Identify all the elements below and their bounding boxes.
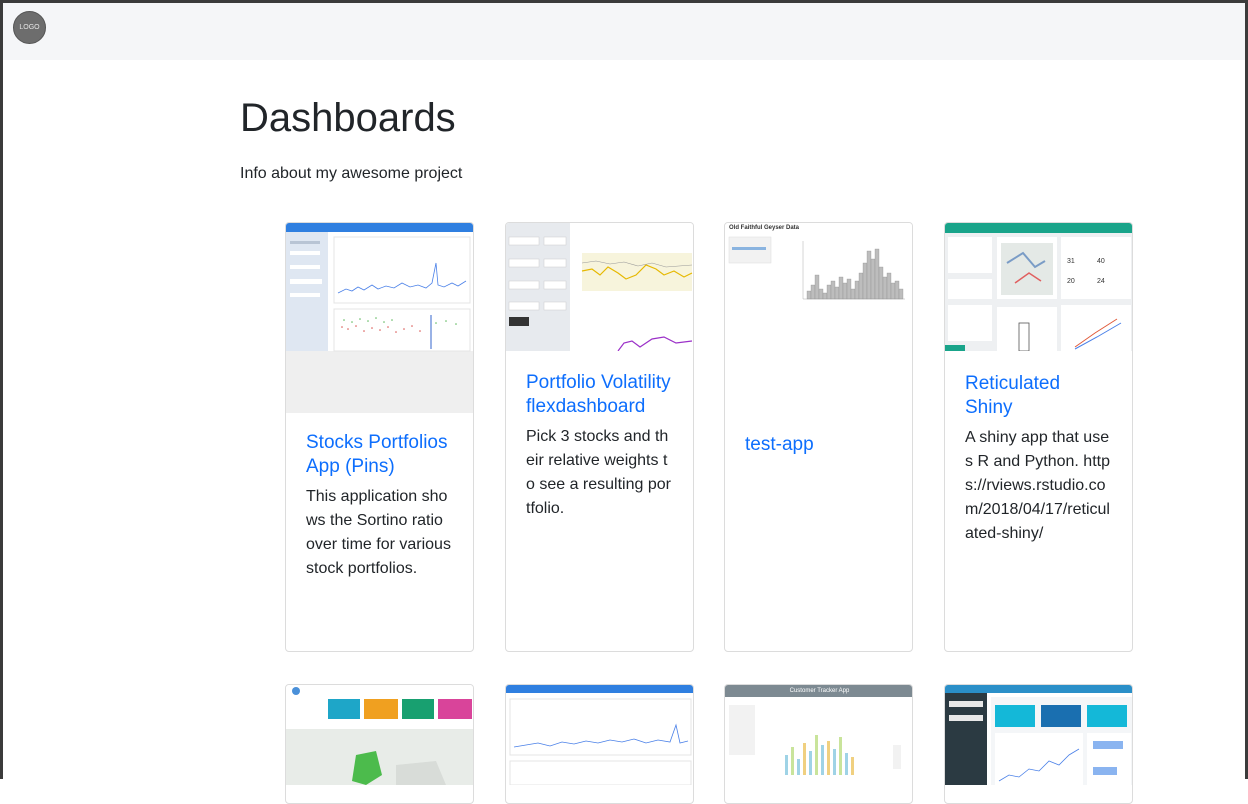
card-title[interactable]: Portfolio Volatility flexdashboard bbox=[526, 371, 673, 419]
card-title[interactable]: Stocks Portfolios App (Pins) bbox=[306, 431, 453, 479]
card-thumbnail[interactable]: 31 40 20 24 bbox=[945, 223, 1132, 351]
card-thumbnail[interactable] bbox=[506, 223, 693, 351]
card-title[interactable]: test-app bbox=[745, 433, 892, 457]
card-thumbnail[interactable] bbox=[286, 685, 473, 785]
card-row2-1[interactable] bbox=[285, 684, 474, 804]
card-title[interactable]: Reticulated Shiny bbox=[965, 372, 1112, 420]
card-thumbnail[interactable]: Old Faithful Geyser Data bbox=[725, 223, 912, 351]
page-subtitle: Info about my awesome project bbox=[240, 165, 463, 182]
card-description: Pick 3 stocks and their relative weights… bbox=[526, 428, 671, 517]
card-thumbnail[interactable] bbox=[506, 685, 693, 785]
card-portfolio-volatility[interactable]: Portfolio Volatility flexdashboard Pick … bbox=[505, 222, 694, 652]
card-description: A shiny app that uses R and Python. http… bbox=[965, 429, 1110, 542]
svg-text:24: 24 bbox=[1097, 278, 1105, 285]
page-title: Dashboards bbox=[240, 96, 456, 140]
svg-text:40: 40 bbox=[1097, 258, 1105, 265]
logo-text: LOGO bbox=[19, 24, 40, 31]
card-row2-4[interactable] bbox=[944, 684, 1133, 804]
card-row2-3[interactable]: Customer Tracker App bbox=[724, 684, 913, 804]
card-thumbnail[interactable] bbox=[945, 685, 1132, 785]
top-navbar: LOGO bbox=[3, 3, 1245, 60]
card-thumbnail[interactable]: Customer Tracker App bbox=[725, 685, 912, 785]
logo[interactable]: LOGO bbox=[13, 11, 46, 44]
card-reticulated-shiny[interactable]: 31 40 20 24 Reticulated Shiny A shiny ap… bbox=[944, 222, 1133, 652]
svg-text:31: 31 bbox=[1067, 258, 1075, 265]
card-row2-2[interactable] bbox=[505, 684, 694, 804]
card-test-app[interactable]: Old Faithful Geyser Data test-app bbox=[724, 222, 913, 652]
card-thumbnail[interactable] bbox=[286, 223, 473, 413]
svg-text:20: 20 bbox=[1067, 278, 1075, 285]
card-stocks-portfolios[interactable]: Stocks Portfolios App (Pins) This applic… bbox=[285, 222, 474, 652]
card-description: This application shows the Sortino ratio… bbox=[306, 488, 451, 577]
